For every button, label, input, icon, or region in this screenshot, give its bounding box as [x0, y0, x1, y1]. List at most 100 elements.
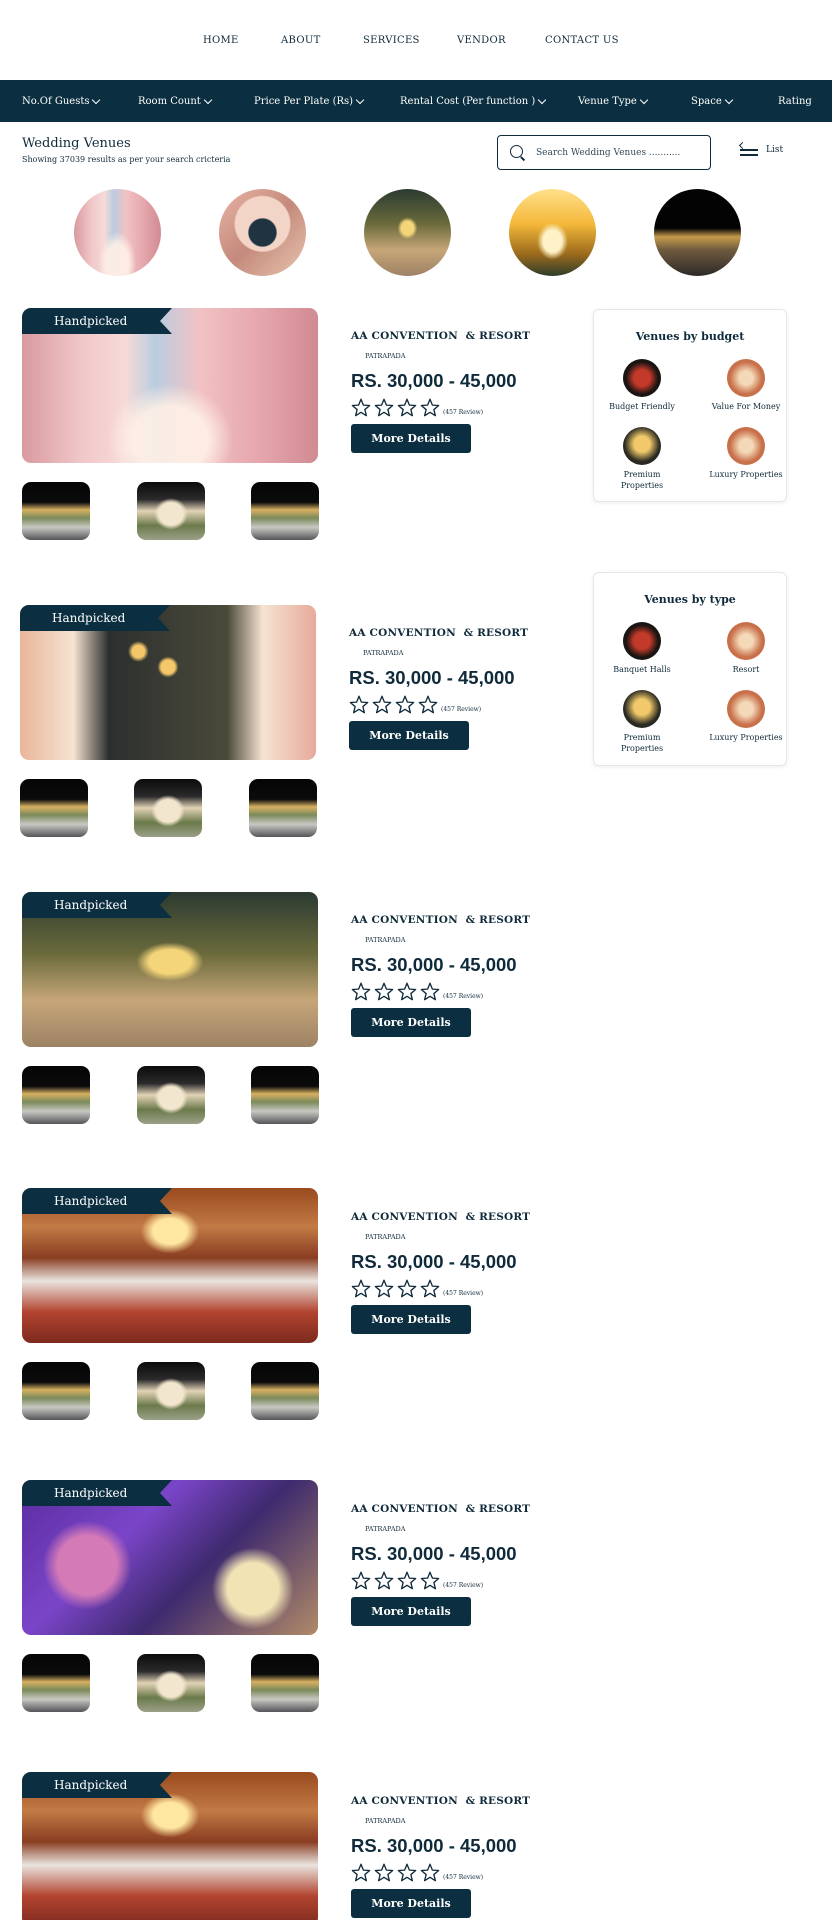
luxury-properties-option[interactable]: Luxury Properties	[701, 690, 791, 743]
star-icon[interactable]	[397, 982, 417, 1001]
venue-price: RS. 30,000 - 45,000	[351, 1835, 517, 1856]
venue-thumbnail[interactable]	[20, 779, 88, 837]
venue-main-photo[interactable]: Handpicked	[22, 892, 318, 1047]
search-input[interactable]	[536, 147, 696, 158]
handpicked-badge: Handpicked	[22, 1480, 172, 1506]
star-icon[interactable]	[351, 398, 371, 417]
filter-label: Rental Cost (Per function )	[400, 95, 536, 107]
star-icon[interactable]	[420, 1279, 440, 1298]
star-icon[interactable]	[397, 1571, 417, 1590]
more-details-button[interactable]: More Details	[351, 1008, 471, 1037]
nav-contact-us[interactable]: CONTACT US	[545, 35, 645, 46]
option-label: Luxury Properties	[709, 470, 783, 479]
category-image[interactable]	[364, 189, 451, 276]
star-icon[interactable]	[351, 1279, 371, 1298]
star-icon[interactable]	[420, 398, 440, 417]
venue-main-photo[interactable]: Handpicked	[22, 1188, 318, 1343]
search-box[interactable]	[497, 135, 711, 170]
filter-bar: No.Of Guests Room Count Price Per Plate …	[0, 80, 832, 122]
more-details-button[interactable]: More Details	[351, 1889, 471, 1918]
venue-thumbnail[interactable]	[22, 1654, 90, 1712]
venue-thumbnail[interactable]	[134, 779, 202, 837]
nav-services[interactable]: SERVICES	[363, 35, 457, 46]
venue-thumbnail[interactable]	[251, 1066, 319, 1124]
more-details-button[interactable]: More Details	[351, 1305, 471, 1334]
filter-rating[interactable]: Rating	[778, 96, 812, 107]
category-image[interactable]	[654, 189, 741, 276]
filter-guests[interactable]: No.Of Guests	[22, 95, 138, 107]
star-icon[interactable]	[372, 695, 392, 714]
rating-stars: (457 Review)	[351, 1571, 530, 1590]
budget-friendly-option[interactable]: Budget Friendly	[597, 359, 687, 412]
handpicked-badge: Handpicked	[22, 308, 172, 334]
more-details-button[interactable]: More Details	[349, 721, 469, 750]
venue-main-photo[interactable]: Handpicked	[22, 308, 318, 463]
rating-stars: (457 Review)	[351, 398, 530, 417]
star-icon[interactable]	[374, 398, 394, 417]
value-for-money-option[interactable]: Value For Money	[701, 359, 791, 412]
star-icon[interactable]	[397, 398, 417, 417]
list-view-toggle[interactable]: List	[738, 141, 784, 157]
venue-location: PATRAPADA	[365, 1525, 406, 1533]
nav-home[interactable]: HOME	[203, 35, 281, 46]
venue-main-photo[interactable]: Handpicked	[22, 1480, 318, 1635]
venue-location: PATRAPADA	[365, 1233, 406, 1241]
star-icon[interactable]	[351, 982, 371, 1001]
category-thumbnail	[623, 690, 661, 728]
filter-space[interactable]: Space	[691, 95, 778, 107]
star-icon[interactable]	[374, 982, 394, 1001]
option-label: Premium Properties	[620, 733, 664, 753]
star-icon[interactable]	[420, 1863, 440, 1882]
star-icon[interactable]	[420, 982, 440, 1001]
star-icon[interactable]	[397, 1863, 417, 1882]
nav-about[interactable]: ABOUT	[281, 35, 363, 46]
venue-name: AA CONVENTION & RESORT	[349, 627, 529, 639]
budget-card-title: Venues by budget	[635, 330, 745, 343]
star-icon[interactable]	[418, 695, 438, 714]
nav-vendor[interactable]: VENDOR	[457, 35, 545, 46]
star-icon[interactable]	[374, 1571, 394, 1590]
search-icon	[510, 144, 526, 161]
venue-main-photo[interactable]: Handpicked	[22, 1772, 318, 1920]
filter-room-count[interactable]: Room Count	[138, 95, 254, 107]
premium-properties-option[interactable]: Premium Properties	[597, 690, 687, 754]
venue-thumbnail[interactable]	[22, 482, 90, 540]
page-title: Wedding Venues	[22, 136, 131, 151]
more-details-button[interactable]: More Details	[351, 424, 471, 453]
star-icon[interactable]	[395, 695, 415, 714]
star-icon[interactable]	[351, 1863, 371, 1882]
category-image[interactable]	[74, 189, 161, 276]
star-icon[interactable]	[351, 1571, 371, 1590]
venue-main-photo[interactable]: Handpicked	[20, 605, 316, 760]
venue-thumbnail[interactable]	[22, 1066, 90, 1124]
venue-price: RS. 30,000 - 45,000	[351, 1251, 517, 1272]
venue-thumbnail[interactable]	[251, 1654, 319, 1712]
venue-thumbnail[interactable]	[137, 1654, 205, 1712]
venue-info: AA CONVENTION & RESORT PATRAPADA RS. 30,…	[351, 1211, 530, 1334]
venue-thumbnail[interactable]	[251, 482, 319, 540]
premium-properties-option[interactable]: Premium Properties	[597, 427, 687, 491]
category-image[interactable]	[219, 189, 306, 276]
venue-thumbnail[interactable]	[137, 482, 205, 540]
star-icon[interactable]	[397, 1279, 417, 1298]
category-image[interactable]	[509, 189, 596, 276]
venue-thumbnail[interactable]	[251, 1362, 319, 1420]
star-icon[interactable]	[374, 1863, 394, 1882]
filter-venue-type[interactable]: Venue Type	[578, 95, 691, 107]
venue-thumbnail[interactable]	[249, 779, 317, 837]
more-details-button[interactable]: More Details	[351, 1597, 471, 1626]
filter-price-per-plate[interactable]: Price Per Plate (Rs)	[254, 95, 400, 107]
filter-rental-cost[interactable]: Rental Cost (Per function )	[400, 95, 578, 107]
venue-thumbnail[interactable]	[137, 1362, 205, 1420]
luxury-properties-option[interactable]: Luxury Properties	[701, 427, 791, 480]
list-view-label: List	[766, 145, 784, 155]
venue-thumbnail[interactable]	[22, 1362, 90, 1420]
resort-option[interactable]: Resort	[701, 622, 791, 675]
venue-name: AA CONVENTION & RESORT	[351, 1211, 531, 1223]
review-count: (457 Review)	[443, 1874, 484, 1881]
star-icon[interactable]	[349, 695, 369, 714]
star-icon[interactable]	[420, 1571, 440, 1590]
banquet-halls-option[interactable]: Banquet Halls	[597, 622, 687, 675]
venue-thumbnail[interactable]	[137, 1066, 205, 1124]
star-icon[interactable]	[374, 1279, 394, 1298]
